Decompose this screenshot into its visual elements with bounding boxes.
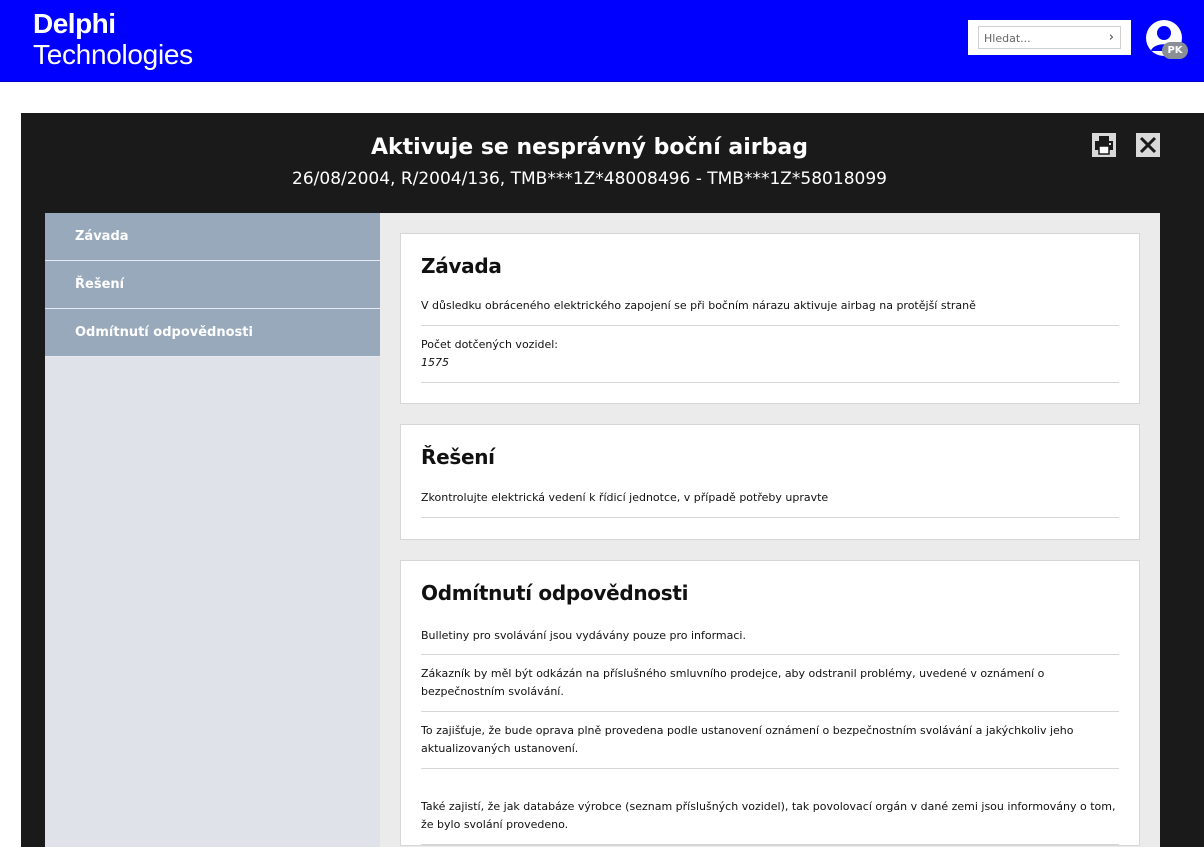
close-icon: [1139, 136, 1157, 154]
disclaimer-card: Odmítnutí odpovědnosti Bulletiny pro svo…: [400, 560, 1140, 846]
search-submit-chevron-icon[interactable]: ›: [1109, 30, 1114, 45]
zavada-title: Závada: [421, 254, 502, 278]
recall-detail-modal: Aktivuje se nesprávný boční airbag 26/08…: [21, 113, 1204, 847]
reseni-card: Řešení Zkontrolujte elektrická vedení k …: [400, 424, 1140, 540]
close-button[interactable]: [1136, 133, 1160, 157]
nav-item-zavada[interactable]: Závada: [45, 213, 380, 261]
affected-vehicles-row: Počet dotčených vozidel: 1575: [421, 326, 1119, 383]
section-sidenav: Závada Řešení Odmítnutí odpovědnosti: [45, 213, 380, 847]
avatar-initials-badge: PK: [1162, 42, 1188, 59]
search-field-frame: ›: [978, 26, 1121, 49]
user-avatar[interactable]: PK: [1146, 20, 1188, 59]
disclaimer-paragraph: To zajišťuje, že bude oprava plně proved…: [421, 712, 1119, 769]
logo-line1: Delphi: [33, 8, 116, 39]
logo-line2: Technologies: [33, 39, 193, 70]
modal-body: Závada Řešení Odmítnutí odpovědnosti Záv…: [45, 213, 1160, 847]
top-header: Delphi Technologies › PK: [0, 0, 1204, 82]
affected-vehicles-label: Počet dotčených vozidel:: [421, 338, 559, 351]
disclaimer-title: Odmítnutí odpovědnosti: [421, 581, 689, 605]
zavada-description: V důsledku obráceného elektrického zapoj…: [421, 278, 1119, 326]
printer-icon: [1092, 133, 1116, 157]
search-box: ›: [968, 20, 1131, 55]
reseni-title: Řešení: [421, 445, 495, 469]
reseni-description: Zkontrolujte elektrická vedení k řídicí …: [421, 469, 1119, 518]
disclaimer-paragraph: Také zajistí, že jak databáze výrobce (s…: [421, 769, 1119, 845]
search-input[interactable]: [984, 28, 1104, 49]
zavada-card: Závada V důsledku obráceného elektrickéh…: [400, 233, 1140, 404]
modal-subtitle: 26/08/2004, R/2004/136, TMB***1Z*4800849…: [292, 169, 887, 189]
disclaimer-paragraph: Zákazník by měl být odkázán na příslušné…: [421, 655, 1119, 712]
content-area: Závada V důsledku obráceného elektrickéh…: [400, 233, 1140, 866]
affected-vehicles-value: 1575: [421, 356, 449, 369]
nav-item-reseni[interactable]: Řešení: [45, 261, 380, 309]
modal-title: Aktivuje se nesprávný boční airbag: [371, 135, 808, 160]
delphi-logo[interactable]: Delphi Technologies: [33, 10, 193, 69]
disclaimer-paragraph: Bulletiny pro svolávání jsou vydávány po…: [421, 605, 1119, 655]
print-button[interactable]: [1092, 133, 1116, 157]
nav-item-odmitnuti[interactable]: Odmítnutí odpovědnosti: [45, 309, 380, 357]
